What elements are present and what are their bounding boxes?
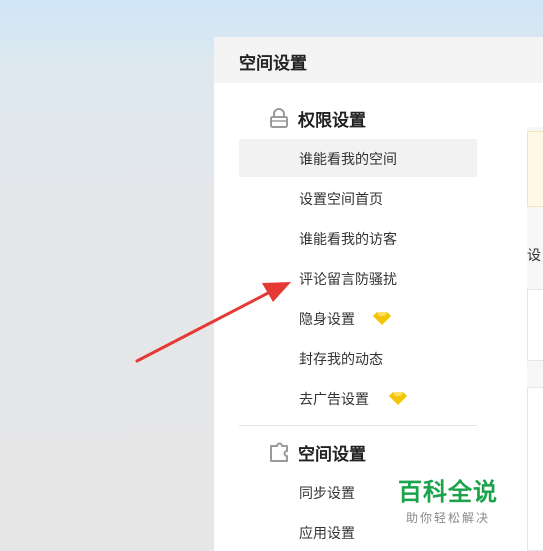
annotation-arrow-icon [135, 282, 291, 363]
watermark-title: 百科全说 [398, 478, 498, 506]
watermark-subtitle: 助你轻松解决 [406, 511, 491, 525]
watermark-logo: 百科全说 助你轻松解决 [398, 472, 498, 526]
